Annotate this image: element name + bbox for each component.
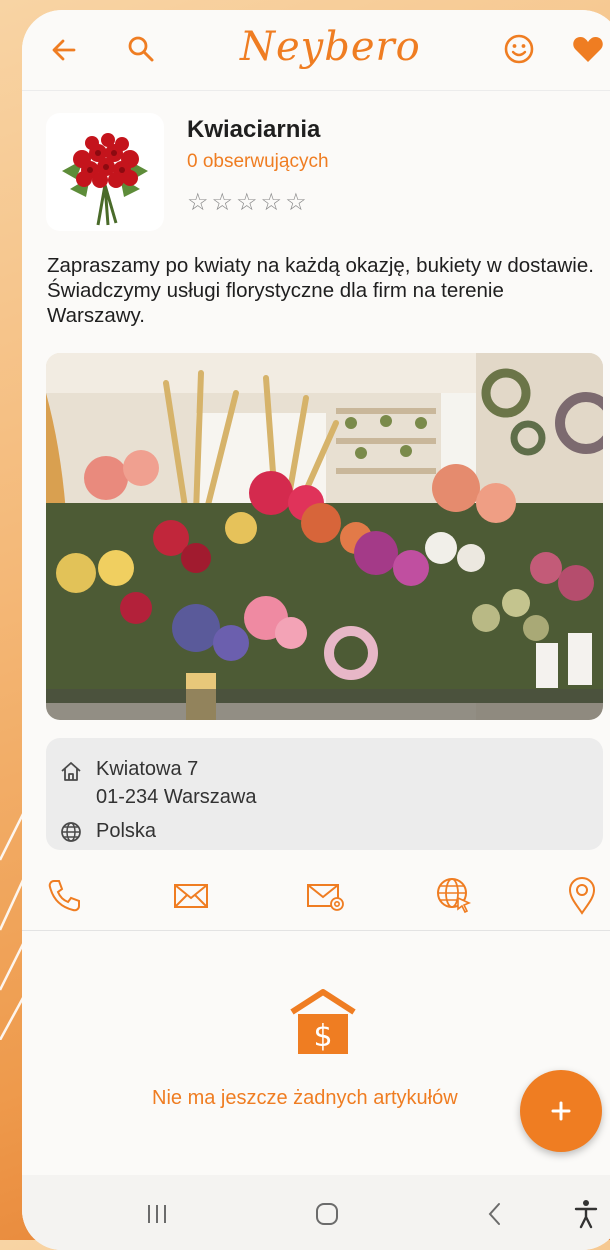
shop-thumbnail (46, 113, 164, 231)
shop-interior-photo (46, 353, 603, 720)
back-icon[interactable] (485, 1201, 505, 1227)
address-card: Kwiatowa 7 01-234 Warszawa Polska (46, 738, 603, 850)
followers-count[interactable]: 0 obserwujących (187, 151, 329, 173)
phone-icon[interactable] (46, 878, 82, 914)
recent-apps-icon[interactable] (146, 1203, 168, 1225)
plus-icon (551, 1101, 571, 1121)
phone-screen: Neybero Kwiaciarnia 0 obserwujących ☆☆☆☆… (22, 10, 610, 1250)
shop-name: Kwiaciarnia (187, 116, 321, 143)
app-logo: Neybero (240, 24, 421, 70)
system-navigation-bar (22, 1175, 610, 1250)
address-street: Kwiatowa 7 (96, 758, 199, 780)
shop-description: Zapraszamy po kwiaty na każdą okazję, bu… (47, 254, 594, 327)
home-address-icon (61, 762, 81, 781)
back-arrow-icon[interactable] (50, 36, 78, 64)
website-icon[interactable] (435, 876, 473, 914)
home-icon[interactable] (314, 1201, 340, 1227)
contact-actions-bar (22, 870, 610, 931)
add-article-button[interactable] (520, 1070, 602, 1152)
svg-text:$: $ (313, 1019, 332, 1054)
globe-icon (61, 822, 81, 842)
accessibility-icon[interactable] (573, 1199, 599, 1229)
email-at-icon[interactable] (305, 880, 345, 912)
mail-icon[interactable] (172, 880, 212, 912)
rating-stars[interactable]: ☆☆☆☆☆ (187, 188, 310, 217)
search-icon[interactable] (126, 34, 156, 64)
address-country: Polska (96, 820, 157, 842)
heart-icon[interactable] (572, 35, 604, 63)
empty-articles-icon: $ (290, 989, 356, 1054)
location-pin-icon[interactable] (567, 876, 597, 916)
bouquet-image (62, 133, 148, 226)
smiley-icon[interactable] (503, 33, 535, 65)
photo-gallery[interactable] (46, 353, 603, 720)
top-app-bar: Neybero (22, 10, 610, 91)
empty-articles-message: Nie ma jeszcze żadnych artykułów (152, 1087, 458, 1109)
address-city: 01-234 Warszawa (96, 786, 257, 808)
